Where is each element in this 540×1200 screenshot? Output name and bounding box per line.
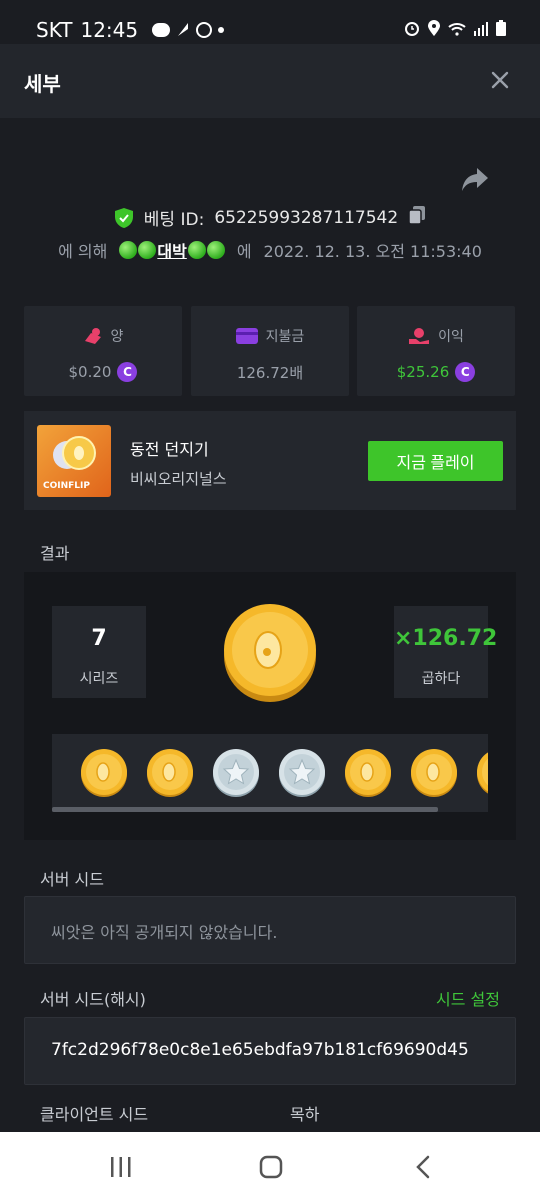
back-button[interactable]	[410, 1154, 436, 1180]
strip-scrollbar[interactable]	[52, 807, 438, 812]
stat-payout-label: 지불금	[265, 329, 305, 345]
share-icon	[462, 168, 488, 191]
green-ball-icon	[187, 241, 206, 259]
s-app-icon	[196, 22, 213, 38]
copy-icon	[408, 206, 426, 225]
notification-icons	[152, 18, 225, 42]
home-icon	[259, 1155, 283, 1179]
nonce-label: 목하	[290, 1105, 320, 1124]
status-bar: SKT 12:45	[0, 0, 540, 44]
bet-amount-icon	[84, 328, 101, 344]
recent-apps-button[interactable]	[108, 1154, 134, 1180]
stat-profit: 이익 $25.26 C	[357, 306, 515, 396]
stat-profit-value: $25.26	[396, 363, 450, 381]
gold-coin-icon	[147, 749, 193, 797]
client-seed-label: 클라이언트 시드	[40, 1105, 149, 1124]
alarm-icon	[404, 20, 420, 40]
carrier: SKT	[36, 18, 73, 42]
profit-icon	[409, 328, 430, 344]
bet-datetime: 2022. 12. 13. 오전 11:53:40	[263, 242, 482, 261]
username-link[interactable]: 대박	[119, 238, 225, 262]
by-label: 에 의해	[58, 242, 108, 261]
home-button[interactable]	[258, 1154, 284, 1180]
coin-history-list	[80, 748, 488, 798]
coin-history-strip[interactable]	[52, 734, 488, 812]
server-seed-hash-label: 서버 시드(해시)	[40, 990, 146, 1009]
gold-coin-icon	[345, 749, 391, 797]
back-icon	[416, 1155, 430, 1179]
series-label: 시리즈	[79, 671, 119, 687]
gold-coin-icon	[224, 604, 316, 702]
game-provider: 비씨오리지널스	[130, 470, 227, 488]
username: 대박	[157, 242, 187, 261]
gold-coin-icon	[477, 752, 488, 794]
multiplier-value: ×126.72	[394, 626, 498, 651]
bet-id-value: 65225993287117542	[214, 207, 399, 228]
game-card: COINFLIP 동전 던지기 비씨오리지널스 지금 플레이	[24, 411, 516, 510]
green-ball-icon	[206, 241, 225, 259]
stat-profit-label: 이익	[438, 329, 464, 345]
verified-shield-icon	[114, 207, 133, 228]
recent-apps-icon	[111, 1157, 131, 1177]
set-seed-link[interactable]: 시드 설정	[436, 986, 500, 1010]
clock: 12:45	[80, 18, 139, 42]
talk-icon	[152, 23, 171, 37]
bet-byline: 에 의해 대박 에 2022. 12. 13. 오전 11:53:40	[0, 238, 540, 262]
coin-icon: C	[455, 362, 476, 382]
close-button[interactable]	[486, 66, 514, 94]
more-dot-icon	[218, 27, 225, 33]
bet-id-label: 베팅 ID:	[143, 210, 205, 230]
stat-payout: 지불금 126.72배	[191, 306, 349, 396]
signal-icon	[474, 21, 488, 40]
result-coin	[222, 602, 318, 702]
wifi-icon	[448, 21, 466, 40]
game-name: 동전 던지기	[130, 440, 209, 459]
stat-payout-value: 126.72배	[236, 364, 304, 382]
server-seed-label: 서버 시드	[40, 870, 104, 889]
stat-amount-value: $0.20	[68, 363, 112, 381]
multiplier-label: 곱하다	[421, 671, 461, 687]
status-right	[404, 20, 506, 40]
coin-icon: C	[117, 362, 138, 382]
stat-amount-label: 양	[110, 329, 124, 345]
game-thumbnail[interactable]: COINFLIP	[37, 425, 111, 497]
series-value: 7	[91, 626, 107, 651]
at-label: 에	[236, 242, 252, 261]
gold-coin-icon	[411, 749, 457, 797]
status-left: SKT 12:45	[36, 18, 225, 42]
green-ball-icon	[138, 241, 157, 259]
server-seed-field: 씨앗은 아직 공개되지 않았습니다.	[24, 896, 516, 964]
system-nav-bar	[0, 1132, 540, 1200]
gold-coin-icon	[81, 749, 127, 797]
close-icon	[491, 71, 509, 89]
green-ball-icon	[119, 241, 138, 259]
share-button[interactable]	[460, 166, 490, 194]
location-icon	[428, 20, 440, 40]
battery-icon	[496, 20, 506, 40]
copy-button[interactable]	[408, 205, 426, 230]
play-now-button[interactable]: 지금 플레이	[368, 441, 503, 481]
result-panel: 7 시리즈 ×126.72 곱하다	[24, 572, 516, 840]
multiplier-card: ×126.72 곱하다	[394, 606, 498, 698]
feather-icon	[176, 18, 190, 42]
silver-star-coin-icon	[279, 749, 325, 797]
silver-star-coin-icon	[213, 749, 259, 797]
stat-amount: 양 $0.20 C	[24, 306, 182, 396]
series-card: 7 시리즈	[52, 606, 146, 698]
wallet-icon	[235, 328, 258, 344]
result-section-label: 결과	[40, 544, 70, 563]
server-seed-hash-field[interactable]: 7fc2d296f78e0c8e1e65ebdfa97b181cf69690d4…	[24, 1017, 516, 1085]
game-thumb-label: COINFLIP	[43, 481, 90, 491]
page-title: 세부	[24, 72, 61, 96]
bet-id-row: 베팅 ID: 65225993287117542	[0, 205, 540, 234]
detail-header: 세부	[0, 44, 540, 118]
